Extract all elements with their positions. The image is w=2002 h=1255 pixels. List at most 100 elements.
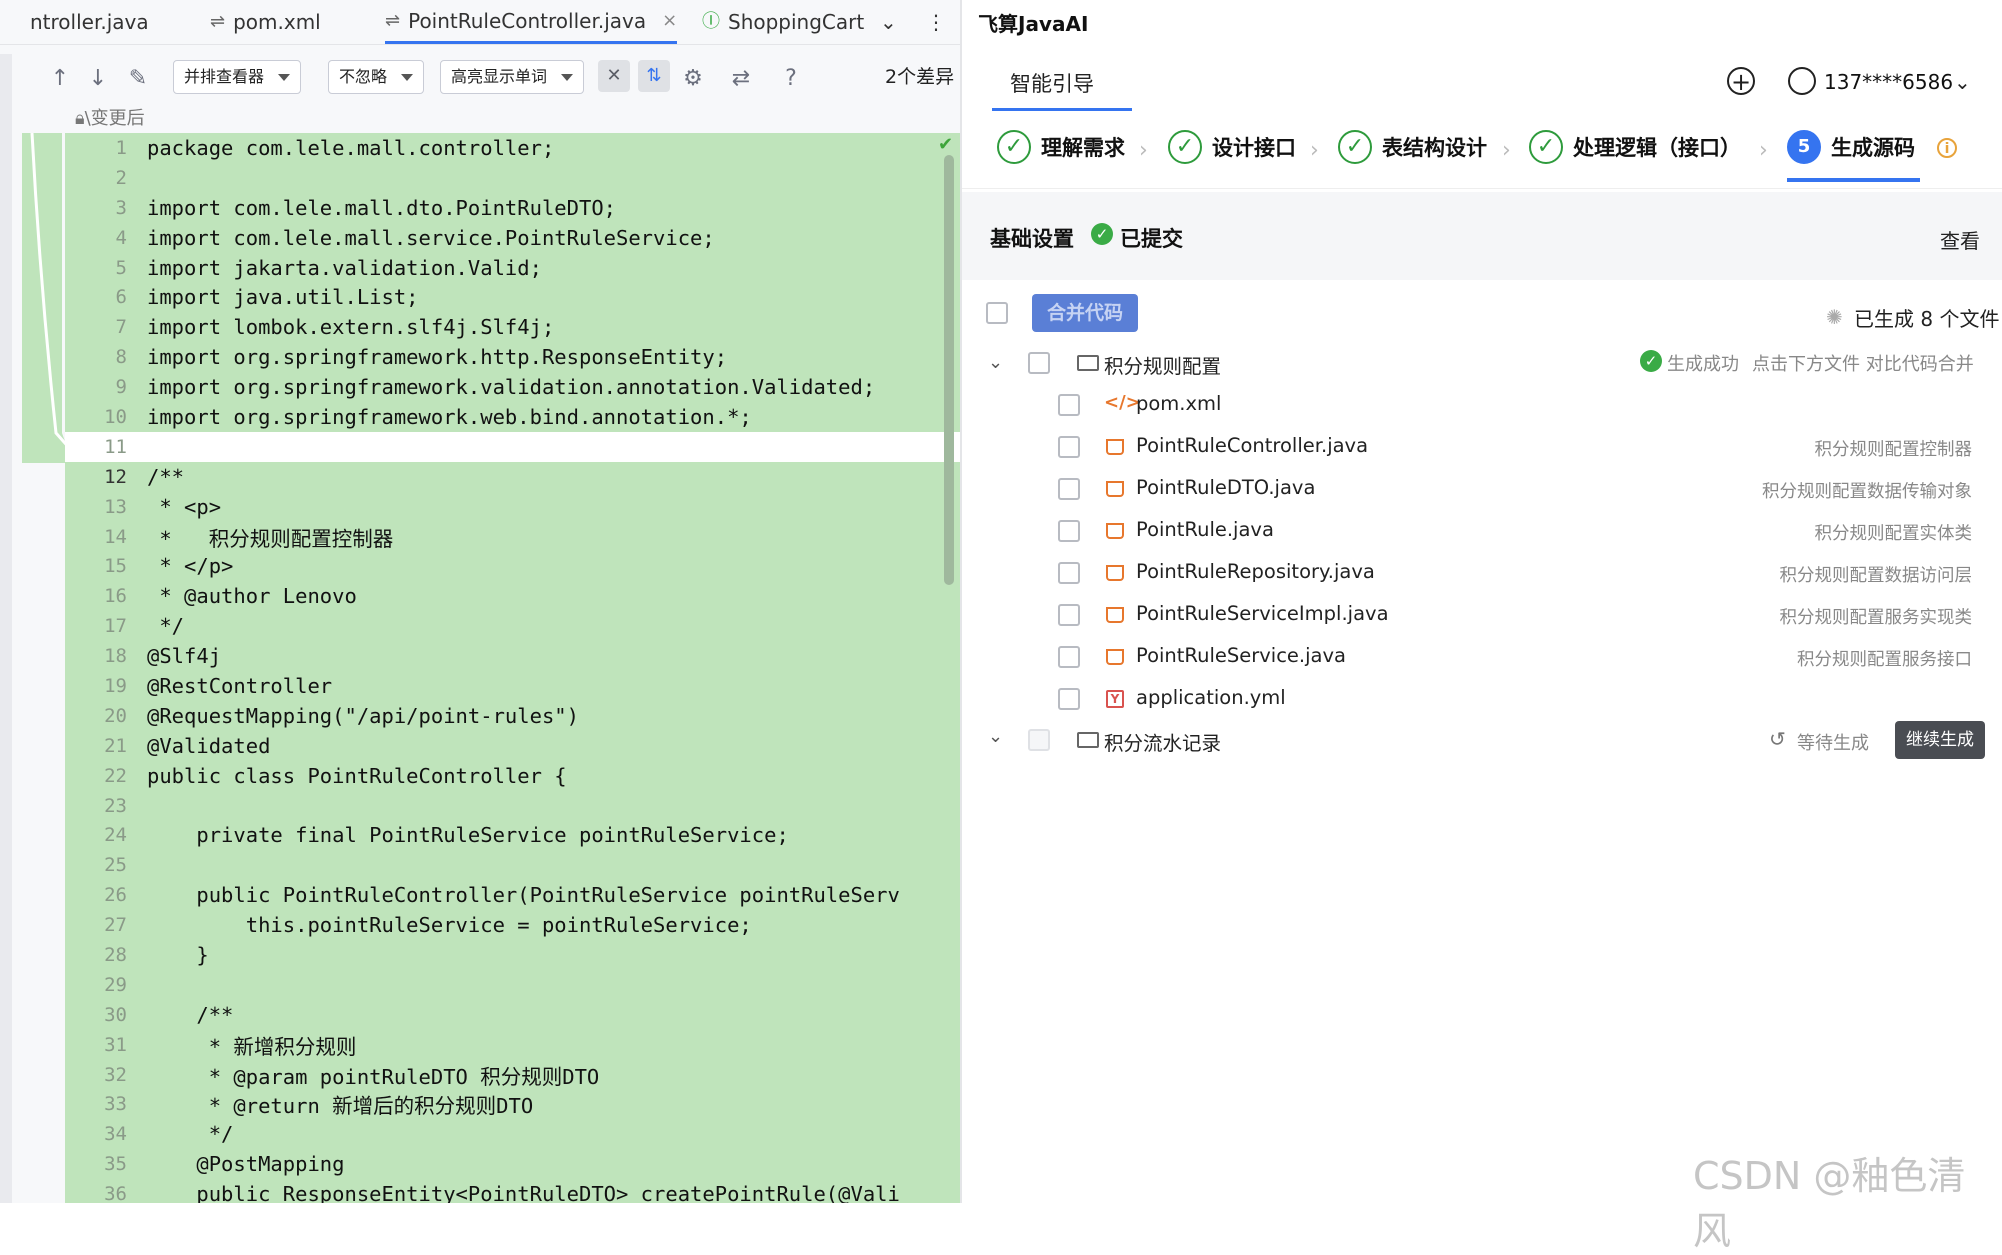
tab-list-dropdown[interactable]: ⌄ [880, 0, 897, 44]
code-line[interactable]: 2 [65, 163, 960, 193]
user-avatar-icon[interactable] [1788, 67, 1816, 95]
group-name[interactable]: 积分流水记录 [1104, 727, 1221, 756]
next-diff-icon[interactable]: ↓ [83, 64, 113, 94]
code-line[interactable]: 1 package com.lele.mall.controller; [65, 133, 960, 163]
step-design-api[interactable]: ✓ 设计接口 [1168, 130, 1296, 164]
step-understand[interactable]: ✓ 理解需求 [997, 130, 1125, 164]
more-options[interactable]: ⋮ [926, 0, 946, 44]
ignore-select[interactable]: 不忽略 [328, 60, 425, 94]
collapse-unchanged-button[interactable]: ✕ [598, 60, 630, 92]
file-checkbox[interactable] [1058, 436, 1080, 458]
file-name[interactable]: pom.xml [1136, 392, 1221, 415]
code-line[interactable]: 10 import org.springframework.web.bind.an… [65, 402, 960, 432]
code-line[interactable]: 35 @PostMapping [65, 1149, 960, 1179]
code-line[interactable]: 5 import jakarta.validation.Valid; [65, 253, 960, 283]
highlight-select[interactable]: 高亮显示单词 [440, 60, 585, 94]
code-line[interactable]: 34 */ [65, 1119, 960, 1149]
file-checkbox[interactable] [1058, 562, 1080, 584]
code-line[interactable]: 24 private final PointRuleService pointR… [65, 820, 960, 850]
viewer-select[interactable]: 并排查看器 [173, 60, 302, 94]
code-line[interactable]: 18 @Slf4j [65, 641, 960, 671]
prev-diff-icon[interactable]: ↑ [45, 64, 75, 94]
code-editor[interactable]: 1 package com.lele.mall.controller; 2 3 impo… [65, 133, 960, 1203]
chevron-down-icon[interactable]: ⌄ [1954, 70, 1971, 94]
file-name[interactable]: application.yml [1136, 686, 1286, 709]
file-checkbox[interactable] [1058, 604, 1080, 626]
close-icon[interactable]: × [662, 0, 677, 43]
code-line[interactable]: 30 /** [65, 1000, 960, 1030]
chevron-down-icon[interactable]: ⌄ [988, 352, 1003, 373]
code-line[interactable]: 31 * 新增积分规则 [65, 1030, 960, 1060]
file-name[interactable]: PointRuleDTO.java [1136, 476, 1315, 499]
tab-pom[interactable]: ⇌ pom.xml [210, 0, 321, 44]
code-line[interactable]: 27 this.pointRuleService = pointRuleServ… [65, 910, 960, 940]
gear-icon[interactable]: ⚙ [678, 64, 708, 94]
file-name[interactable]: PointRuleController.java [1136, 434, 1368, 457]
code-line[interactable]: 25 [65, 850, 960, 880]
group-checkbox[interactable] [1028, 352, 1050, 374]
code-line[interactable]: 28 } [65, 940, 960, 970]
code-line[interactable]: 17 */ [65, 611, 960, 641]
watermark: CSDN @釉色清风 [1693, 1154, 1966, 1253]
tab-label: PointRuleController.java [408, 8, 647, 33]
file-name[interactable]: PointRuleRepository.java [1136, 560, 1375, 583]
code-line[interactable]: 36 public ResponseEntity<PointRuleDTO> c… [65, 1179, 960, 1203]
view-link[interactable]: 查看 [1940, 225, 1980, 254]
code-line[interactable]: 19 @RestController [65, 671, 960, 701]
add-icon[interactable]: + [1727, 67, 1755, 95]
line-number: 31 [104, 1033, 127, 1056]
file-name[interactable]: PointRuleServiceImpl.java [1136, 602, 1389, 625]
tab-controller[interactable]: ntroller.java [30, 0, 149, 44]
tab-pointrulecontroller[interactable]: ⇌ PointRuleController.java × [385, 0, 678, 44]
code-text: import org.springframework.validation.an… [147, 375, 876, 400]
step-table-design[interactable]: ✓ 表结构设计 [1338, 130, 1487, 164]
file-checkbox[interactable] [1058, 478, 1080, 500]
code-line[interactable]: 6 import java.util.List; [65, 282, 960, 312]
merge-code-button[interactable]: 合并代码 [1032, 294, 1138, 332]
swap-sides-icon[interactable]: ⇄ [726, 64, 756, 94]
code-text: */ [147, 1122, 234, 1147]
code-line[interactable]: 26 public PointRuleController(PointRuleS… [65, 880, 960, 910]
tab-smart-guide[interactable]: 智能引导 [1010, 68, 1094, 98]
code-line[interactable]: 16 * @author Lenovo [65, 581, 960, 611]
info-icon[interactable]: i [1937, 138, 1957, 158]
file-checkbox[interactable] [1058, 646, 1080, 668]
code-line[interactable]: 9 import org.springframework.validation.a… [65, 372, 960, 402]
select-all-checkbox[interactable] [986, 302, 1008, 324]
code-line[interactable]: 23 [65, 791, 960, 821]
tab-shoppingcart[interactable]: Ⓘ ShoppingCart [702, 0, 864, 44]
code-line[interactable]: 3 import com.lele.mall.dto.PointRuleDTO; [65, 193, 960, 223]
user-name[interactable]: 137****6586 [1824, 70, 1953, 94]
chevron-down-icon[interactable]: ⌄ [988, 726, 1003, 747]
code-line[interactable]: 4 import com.lele.mall.service.PointRuleS… [65, 223, 960, 253]
file-checkbox[interactable] [1058, 688, 1080, 710]
code-line[interactable]: 14 * 积分规则配置控制器 [65, 522, 960, 552]
code-line[interactable]: 11 [65, 431, 960, 462]
file-checkbox[interactable] [1058, 394, 1080, 416]
vertical-scrollbar[interactable] [944, 155, 954, 585]
group-name[interactable]: 积分规则配置 [1104, 350, 1221, 379]
code-line[interactable]: 20 @RequestMapping("/api/point-rules") [65, 701, 960, 731]
group-checkbox[interactable] [1028, 729, 1050, 751]
line-number: 18 [104, 645, 127, 668]
code-line[interactable]: 7 import lombok.extern.slf4j.Slf4j; [65, 312, 960, 342]
tab-label: pom.xml [233, 10, 321, 34]
code-line[interactable]: 22 public class PointRuleController { [65, 761, 960, 791]
code-line[interactable]: 8 import org.springframework.http.Respons… [65, 342, 960, 372]
edit-icon[interactable]: ✎ [123, 64, 153, 94]
step-generate-source[interactable]: 5 生成源码 [1787, 130, 1915, 164]
file-name[interactable]: PointRuleService.java [1136, 644, 1346, 667]
code-line[interactable]: 15 * </p> [65, 551, 960, 581]
continue-generate-button[interactable]: 继续生成 [1895, 721, 1985, 759]
code-line[interactable]: 29 [65, 970, 960, 1000]
help-icon[interactable]: ? [776, 64, 806, 94]
code-line[interactable]: 13 * <p> [65, 492, 960, 522]
code-line[interactable]: 12 /** [65, 462, 960, 492]
file-checkbox[interactable] [1058, 520, 1080, 542]
code-line[interactable]: 32 * @param pointRuleDTO 积分规则DTO [65, 1060, 960, 1090]
sync-scroll-button[interactable]: ⇅ [638, 60, 670, 92]
code-line[interactable]: 21 @Validated [65, 731, 960, 761]
code-line[interactable]: 33 * @return 新增后的积分规则DTO [65, 1090, 960, 1120]
file-name[interactable]: PointRule.java [1136, 518, 1274, 541]
step-logic[interactable]: ✓ 处理逻辑（接口） [1529, 130, 1741, 164]
